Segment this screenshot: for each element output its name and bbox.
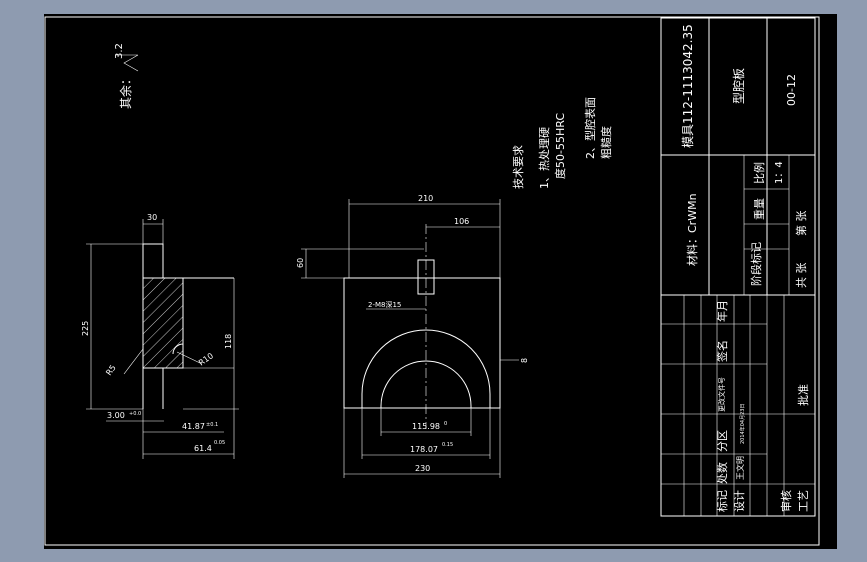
side-hatch-region: [142, 277, 184, 369]
title-block: 模具112-1113042.35 型腔板 00-12 材料：CrWMn 阶段标记…: [660, 17, 816, 517]
dim-inner-width: 115.98: [412, 422, 440, 431]
surface-finish-note: 其余： 3.2: [114, 43, 133, 109]
tech-req-line4: 粗糙度: [599, 126, 613, 159]
title-sheets-total: 共 张: [795, 263, 808, 289]
title-approve: 批准: [796, 384, 810, 406]
title-row-check: 审核: [779, 490, 793, 512]
dim-radius-r5: R5: [104, 363, 117, 377]
tech-requirements: 技术要求 1、热处理硬 度50-55HRC 2、型腔表面 粗糙度: [512, 97, 613, 189]
title-row-design: 设计: [733, 490, 746, 512]
drawing-sheet: 其余： 3.2 技术要求 1、热处理硬 度50-55HRC 2、型腔表面 粗糙度…: [44, 14, 837, 549]
title-row-process: 工艺: [797, 490, 810, 512]
dim-3-tol: +0.0: [129, 411, 141, 417]
title-code: 00-12: [785, 74, 798, 106]
dim-radius-r10: R10: [197, 351, 215, 367]
title-sheet-no: 第 张: [794, 211, 808, 237]
title-design-date: 2014年04月23日: [739, 404, 746, 444]
front-outline: [343, 277, 501, 409]
dim-61: 61.4: [194, 444, 212, 453]
title-part-name: 型腔板: [731, 68, 746, 104]
title-col-zone: 分区: [716, 430, 729, 452]
title-col-count: 处数: [716, 462, 729, 484]
dim-outer-tol: 0.15: [442, 442, 453, 448]
title-col-sign: 签名: [715, 340, 729, 362]
title-weight: 重量: [752, 198, 766, 220]
dim-overall-top: 210: [418, 194, 433, 203]
title-designer: 王文明: [735, 456, 745, 480]
side-view: 30 225 118 R5 R10 3.00 +0.0 41.87 ±0.1 6…: [81, 213, 239, 459]
title-drawing-no: 模具112-1113042.35: [681, 24, 695, 148]
tech-req-line3: 2、型腔表面: [583, 97, 597, 159]
dim-3: 3.00: [107, 411, 125, 420]
dim-right-gap: 8: [520, 358, 529, 363]
title-stage-mark: 阶段标记: [749, 242, 763, 286]
title-col-date: 年月: [715, 300, 729, 322]
dim-61-tol: 0.05: [214, 440, 225, 446]
cad-drawing: 其余： 3.2 技术要求 1、热处理硬 度50-55HRC 2、型腔表面 粗糙度…: [44, 16, 820, 546]
dim-41-tol: ±0.1: [206, 422, 218, 428]
title-material: 材料：CrWMn: [685, 193, 699, 266]
front-view: 210 106 60 2-M8深15 8 115.98 0 178.07 0.1…: [296, 194, 529, 478]
tech-req-line1: 1、热处理硬: [538, 127, 551, 189]
dim-outer-width: 178.07: [410, 445, 438, 454]
title-col-docno: 更改文件号: [717, 377, 726, 412]
dim-41: 41.87: [182, 422, 205, 431]
title-scale-label: 比例: [752, 162, 766, 184]
title-scale-value: 1：4: [774, 161, 785, 184]
surface-finish-value: 3.2: [114, 43, 125, 59]
dim-bottom-width: 230: [415, 464, 430, 473]
tech-req-title: 技术要求: [512, 145, 525, 189]
dim-inner-tol: 0: [444, 421, 447, 427]
dim-center-offset: 106: [454, 217, 469, 226]
dim-right-height: 118: [224, 334, 233, 349]
dim-height-60: 60: [296, 258, 305, 268]
title-col-mark: 标记: [715, 490, 729, 512]
side-top-block: [142, 243, 164, 279]
dim-top-width: 30: [147, 213, 157, 222]
tech-req-line2: 度50-55HRC: [553, 113, 567, 179]
surface-finish-prefix: 其余：: [118, 73, 133, 109]
dim-hole: 2-M8深15: [368, 300, 401, 309]
dim-overall-height: 225: [81, 321, 90, 336]
